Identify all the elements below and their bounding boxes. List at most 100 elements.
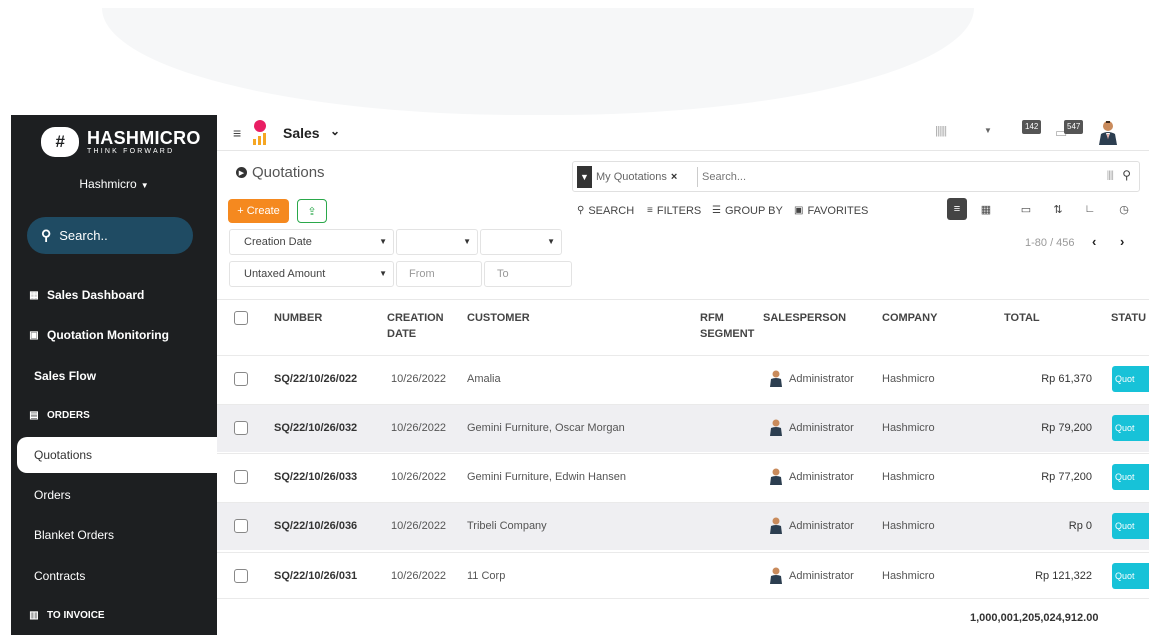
table-row[interactable]: SQ/22/10/26/036 10/26/2022 Tribeli Compa…	[217, 502, 1149, 550]
top-navbar: ≡ Sales ⌄ |||||| ▼ 142 ▭ 547	[217, 115, 1149, 151]
cell-total: Rp 121,322	[1035, 570, 1092, 582]
sidebar-item-quotations[interactable]: Quotations	[17, 437, 217, 473]
search-facet[interactable]: ▼ My Quotations ×	[577, 166, 677, 188]
cell-company: Hashmicro	[882, 570, 935, 582]
sidebar-item-sales-flow[interactable]: Sales Flow	[11, 366, 217, 386]
salesperson-avatar-icon	[770, 517, 782, 534]
status-badge: Quot	[1112, 366, 1149, 392]
sidebar-item-quotation-monitoring[interactable]: ▣ Quotation Monitoring	[11, 325, 217, 345]
activity-view-icon[interactable]: ◷	[1114, 198, 1134, 220]
amount-from-input[interactable]: From	[396, 261, 482, 287]
table-row[interactable]: SQ/22/10/26/022 10/26/2022 Amalia Admini…	[217, 355, 1149, 403]
background-arc	[102, 8, 974, 115]
cell-date: 10/26/2022	[391, 373, 447, 385]
status-badge: Quot	[1112, 513, 1149, 539]
search-option[interactable]: ⚲ SEARCH	[577, 205, 634, 217]
search-icon: ⚲	[41, 227, 52, 243]
barcode-icon[interactable]: ||||	[1107, 170, 1114, 181]
user-avatar-icon[interactable]	[1097, 119, 1119, 145]
cell-salesperson: Administrator	[789, 422, 854, 434]
filter-field-value: Creation Date	[244, 236, 312, 248]
cell-customer: Gemini Furniture, Oscar Morgan	[467, 422, 625, 434]
column-company[interactable]: COMPANY	[882, 310, 937, 326]
sidebar-item-label: Blanket Orders	[34, 528, 115, 542]
brand-logo[interactable]: # HASHMICRO THINK FORWARD	[41, 127, 201, 157]
pager-previous-icon[interactable]: ‹	[1092, 234, 1096, 249]
filter-value-select[interactable]: ▼	[480, 229, 562, 255]
table-row[interactable]: SQ/22/10/26/032 10/26/2022 Gemini Furnit…	[217, 404, 1149, 452]
list-view-icon[interactable]: ≡	[947, 198, 967, 220]
remove-facet-icon[interactable]: ×	[671, 171, 677, 183]
sales-app-icon	[250, 120, 270, 145]
row-checkbox[interactable]	[234, 470, 248, 484]
group-by-option[interactable]: ☰ GROUP BY	[712, 205, 783, 217]
cell-salesperson: Administrator	[789, 520, 854, 532]
filter-operator-select[interactable]: ▼	[396, 229, 478, 255]
messages-badge[interactable]: 547	[1064, 120, 1084, 134]
sidebar-section-to-invoice[interactable]: ▥ TO INVOICE	[11, 605, 217, 625]
column-creation-date[interactable]: CREATION DATE	[387, 310, 444, 342]
column-rfm-segment[interactable]: RFM SEGMENT	[700, 310, 760, 342]
facet-label: My Quotations	[596, 171, 667, 183]
app-name[interactable]: Sales	[283, 125, 320, 141]
group-icon: ☰	[712, 205, 721, 216]
hamburger-menu-icon[interactable]: ≡	[233, 125, 241, 141]
search-icon[interactable]: ⚲	[1122, 168, 1131, 182]
filter-field-select[interactable]: Creation Date ▼	[229, 229, 394, 255]
invoice-icon: ▥	[29, 609, 39, 621]
upload-button[interactable]: ⇪	[297, 199, 327, 223]
create-button[interactable]: + Create	[228, 199, 289, 223]
table-row[interactable]: SQ/22/10/26/033 10/26/2022 Gemini Furnit…	[217, 453, 1149, 501]
clipboard-icon: ▤	[29, 409, 39, 421]
brand-name: HASHMICRO	[87, 128, 201, 148]
group-by-option-label: GROUP BY	[724, 205, 783, 217]
monitor-icon: ▣	[29, 329, 39, 341]
table-row[interactable]: SQ/22/10/26/031 10/26/2022 11 Corp Admin…	[217, 552, 1149, 598]
pager-next-icon[interactable]: ›	[1120, 234, 1124, 249]
cell-company: Hashmicro	[882, 422, 935, 434]
search-input[interactable]	[697, 167, 997, 187]
column-customer[interactable]: CUSTOMER	[467, 310, 530, 326]
cell-salesperson: Administrator	[789, 471, 854, 483]
cell-customer: Amalia	[467, 373, 501, 385]
row-checkbox[interactable]	[234, 569, 248, 583]
row-checkbox[interactable]	[234, 519, 248, 533]
search-option-label: SEARCH	[588, 205, 635, 217]
caret-down-icon[interactable]: ▼	[984, 126, 992, 135]
cell-date: 10/26/2022	[391, 570, 447, 582]
sidebar-item-blanket-orders[interactable]: Blanket Orders	[11, 525, 217, 545]
pager-value[interactable]: 1-80 / 456	[1025, 237, 1075, 249]
chevron-down-icon[interactable]: ⌄	[330, 124, 340, 138]
sidebar-item-sales-dashboard[interactable]: ▦ Sales Dashboard	[11, 285, 217, 305]
column-status[interactable]: STATU	[1111, 310, 1146, 326]
search-bar[interactable]: ▼ My Quotations × |||| ⚲	[572, 161, 1140, 192]
barcode-icon[interactable]: ||||||	[935, 125, 947, 137]
amount-to-input[interactable]: To	[484, 261, 572, 287]
cell-total: Rp 61,370	[1041, 373, 1092, 385]
cell-number: SQ/22/10/26/032	[274, 422, 358, 434]
activity-badge[interactable]: 142	[1022, 120, 1042, 134]
kanban-view-icon[interactable]: ▦	[976, 198, 996, 220]
column-total[interactable]: TOTAL	[1004, 310, 1040, 326]
filters-option[interactable]: ≡ FILTERS	[647, 205, 701, 217]
amount-field-select[interactable]: Untaxed Amount ▼	[229, 261, 394, 287]
cell-number: SQ/22/10/26/022	[274, 373, 358, 385]
sidebar-item-contracts[interactable]: Contracts	[11, 566, 217, 586]
row-checkbox[interactable]	[234, 372, 248, 386]
sidebar-item-orders[interactable]: Orders	[11, 485, 217, 505]
cell-company: Hashmicro	[882, 373, 935, 385]
cell-number: SQ/22/10/26/033	[274, 471, 358, 483]
favorites-option[interactable]: ▣ FAVORITES	[794, 205, 868, 217]
company-switcher[interactable]: Hashmicro ▼	[11, 177, 217, 191]
row-checkbox[interactable]	[234, 421, 248, 435]
salesperson-avatar-icon	[770, 419, 782, 436]
pivot-view-icon[interactable]: ⇅	[1048, 198, 1068, 220]
column-number[interactable]: NUMBER	[274, 310, 322, 326]
calendar-view-icon[interactable]: ▭	[1016, 198, 1036, 220]
sidebar-search[interactable]: ⚲ Search..	[27, 217, 193, 254]
filter-lines-icon: ≡	[647, 205, 653, 216]
sidebar-section-orders[interactable]: ▤ ORDERS	[11, 405, 217, 425]
column-salesperson[interactable]: SALESPERSON	[763, 310, 846, 326]
graph-view-icon[interactable]: ∟	[1080, 198, 1100, 220]
select-all-checkbox[interactable]	[234, 311, 248, 325]
